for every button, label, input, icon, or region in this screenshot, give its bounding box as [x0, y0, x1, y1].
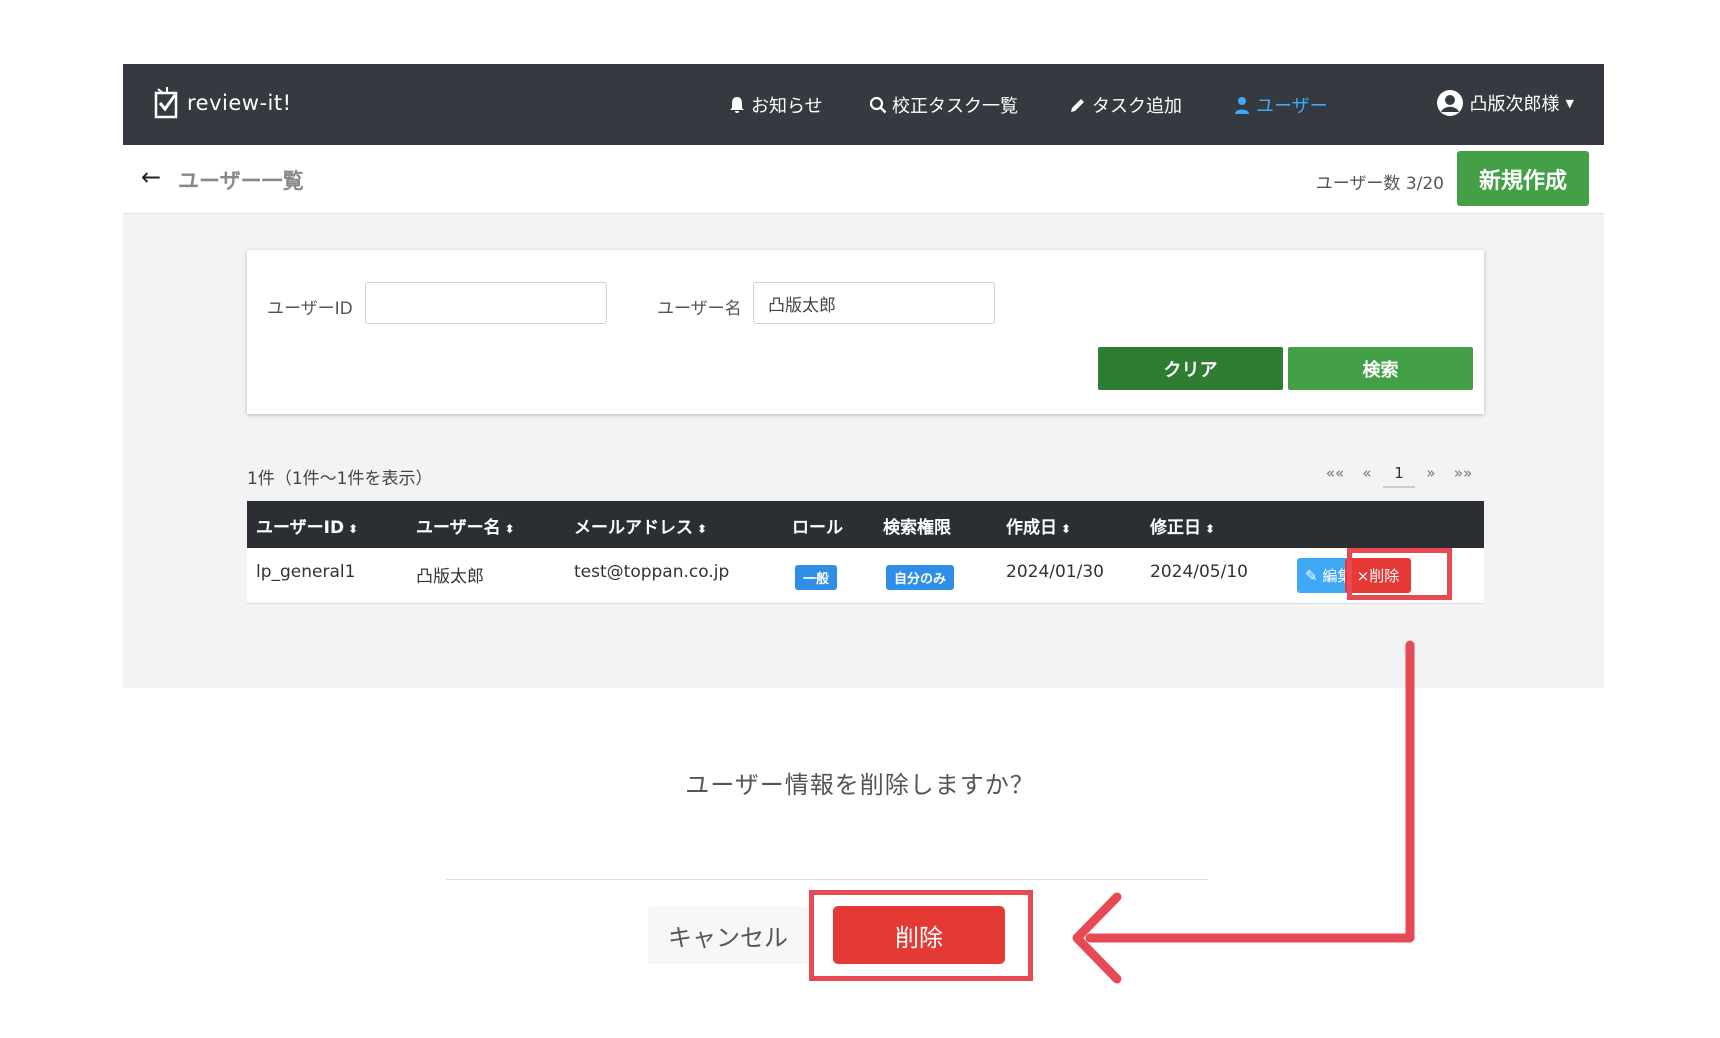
header-search-scope: 検索権限	[883, 518, 951, 538]
user-name-input[interactable]	[753, 282, 995, 324]
header-user-name[interactable]: ユーザー名 ⬍	[416, 513, 515, 538]
nav-users[interactable]: ユーザー	[1233, 92, 1328, 118]
cell-user-id: lp_general1	[256, 562, 356, 582]
brand-logo[interactable]: review-it!	[153, 86, 292, 120]
cell-email: test@toppan.co.jp	[574, 562, 730, 582]
page-first[interactable]: ««	[1319, 464, 1351, 488]
pencil-icon: ✎	[1305, 567, 1318, 585]
search-icon	[869, 96, 887, 114]
page-prev[interactable]: «	[1351, 464, 1383, 488]
logo-icon	[154, 87, 178, 119]
dialog-divider	[446, 879, 1208, 880]
user-menu[interactable]: 凸版次郎様 ▼	[1436, 89, 1574, 117]
header-created[interactable]: 作成日 ⬍	[1006, 513, 1071, 538]
pencil-icon	[1071, 99, 1084, 112]
bell-icon	[730, 97, 744, 113]
header-modified[interactable]: 修正日 ⬍	[1150, 513, 1215, 538]
user-id-label: ユーザーID	[267, 299, 353, 319]
sort-icon: ⬍	[1205, 522, 1216, 536]
delete-confirm-message: ユーザー情報を削除しますか？	[685, 771, 1035, 799]
caret-down-icon: ▼	[1565, 96, 1574, 110]
nav-add-task[interactable]: タスク追加	[1069, 92, 1182, 118]
highlight-confirm-delete-button	[809, 890, 1033, 981]
role-badge: 一般	[795, 565, 838, 590]
user-icon	[1235, 97, 1249, 114]
highlight-delete-row-button	[1347, 548, 1452, 600]
table-header: ユーザーID ⬍ ユーザー名 ⬍ メールアドレス ⬍ ロール 検索権限 作成日 ⬍ 修正…	[247, 501, 1484, 548]
header-user-id[interactable]: ユーザーID ⬍	[256, 513, 358, 538]
page-last[interactable]: »»	[1447, 464, 1479, 488]
header-role: ロール	[792, 518, 843, 538]
user-name: 凸版次郎様	[1469, 94, 1560, 115]
user-name-label: ユーザー名	[657, 299, 742, 319]
new-user-button[interactable]: 新規作成	[1457, 151, 1589, 206]
cell-created: 2024/01/30	[1006, 562, 1104, 582]
header-email[interactable]: メールアドレス ⬍	[574, 513, 707, 538]
back-arrow-icon[interactable]: ←	[141, 163, 161, 191]
user-table: ユーザーID ⬍ ユーザー名 ⬍ メールアドレス ⬍ ロール 検索権限 作成日 ⬍ 修正…	[247, 501, 1484, 604]
cancel-button[interactable]: キャンセル	[648, 906, 808, 964]
cell-modified: 2024/05/10	[1150, 562, 1248, 582]
search-scope-badge: 自分のみ	[886, 565, 955, 590]
result-count: 1件（1件〜1件を表示）	[247, 469, 433, 489]
nav-notifications-label: お知らせ	[751, 96, 823, 117]
pagination: «« « 1 » »»	[1319, 464, 1479, 488]
user-circle-icon	[1436, 90, 1463, 116]
user-count: ユーザー数 3/20	[1315, 174, 1444, 194]
nav-tasks-label: 校正タスク一覧	[892, 96, 1018, 117]
page-next[interactable]: »	[1415, 464, 1447, 488]
nav-users-label: ユーザー	[1256, 96, 1328, 117]
nav-tasks[interactable]: 校正タスク一覧	[869, 92, 1018, 118]
brand-name: review-it!	[187, 91, 292, 115]
sort-icon: ⬍	[504, 522, 515, 536]
cell-user-name: 凸版太郎	[416, 567, 484, 587]
page-title: ユーザー一覧	[178, 169, 304, 193]
sort-icon: ⬍	[348, 522, 359, 536]
nav-add-task-label: タスク追加	[1092, 96, 1182, 117]
search-button[interactable]: 検索	[1288, 347, 1473, 390]
sort-icon: ⬍	[697, 522, 708, 536]
page-header: ← ユーザー一覧 ユーザー数 3/20 新規作成	[123, 145, 1604, 214]
nav-notifications[interactable]: お知らせ	[728, 92, 823, 118]
search-panel: ユーザーID ユーザー名 クリア 検索	[247, 250, 1484, 414]
user-id-input[interactable]	[365, 282, 607, 324]
clear-button[interactable]: クリア	[1098, 347, 1283, 390]
sort-icon: ⬍	[1061, 522, 1072, 536]
page-current[interactable]: 1	[1383, 464, 1415, 488]
table-row: lp_general1 凸版太郎 test@toppan.co.jp 一般 自分…	[247, 548, 1484, 604]
navbar: review-it! お知らせ 校正タスク一覧 タスク追加 ユーザー 凸版次郎様…	[123, 64, 1604, 145]
